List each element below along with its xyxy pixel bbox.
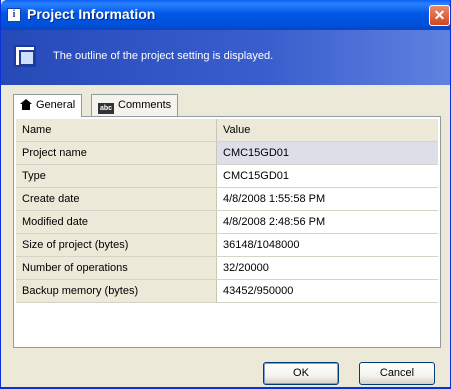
tab-general[interactable]: General [13,94,83,117]
row-value: 36148/1048000 [217,234,438,256]
tab-general-label: General [36,99,76,111]
info-icon: i [7,8,21,22]
window-title: Project Information [27,6,156,22]
column-header-value[interactable]: Value [217,119,438,141]
tab-bar: General abc Comments [13,94,441,117]
table-row[interactable]: Type CMC15GD01 [16,165,438,188]
close-button[interactable]: ✕ [429,5,450,26]
row-name: Create date [16,188,217,210]
row-name: Project name [16,142,217,164]
row-name: Backup memory (bytes) [16,280,217,302]
table-row[interactable]: Project name CMC15GD01 [16,142,438,165]
ok-button[interactable]: OK [263,362,339,385]
button-bar: OK Cancel [1,352,450,387]
tab-comments-label: Comments [118,99,172,111]
row-value: 32/20000 [217,257,438,279]
table-row[interactable]: Number of operations 32/20000 [16,257,438,280]
tab-comments[interactable]: abc Comments [91,94,179,116]
row-name: Type [16,165,217,187]
row-name: Number of operations [16,257,217,279]
table-row[interactable]: Create date 4/8/2008 1:55:58 PM [16,188,438,211]
general-panel: Name Value Project name CMC15GD01 Type C… [13,116,441,348]
header-message: The outline of the project setting is di… [53,50,274,62]
row-value: 43452/950000 [217,280,438,302]
info-panel-icon [14,45,36,67]
abc-icon: abc [98,103,114,114]
title-bar[interactable]: i Project Information ✕ [1,0,450,30]
project-information-dialog: i Project Information ✕ The outline of t… [0,0,451,389]
table-row[interactable]: Size of project (bytes) 36148/1048000 [16,234,438,257]
row-value: CMC15GD01 [217,142,438,164]
house-icon [20,99,32,110]
table-row[interactable]: Modified date 4/8/2008 2:48:56 PM [16,211,438,234]
row-value: CMC15GD01 [217,165,438,187]
row-value: 4/8/2008 2:48:56 PM [217,211,438,233]
column-header-name[interactable]: Name [16,119,217,141]
table-row[interactable]: Backup memory (bytes) 43452/950000 [16,280,438,303]
row-name: Size of project (bytes) [16,234,217,256]
header-band: The outline of the project setting is di… [1,30,450,85]
properties-table: Name Value Project name CMC15GD01 Type C… [16,119,438,303]
table-header-row: Name Value [16,119,438,142]
cancel-button[interactable]: Cancel [359,362,435,385]
row-value: 4/8/2008 1:55:58 PM [217,188,438,210]
row-name: Modified date [16,211,217,233]
